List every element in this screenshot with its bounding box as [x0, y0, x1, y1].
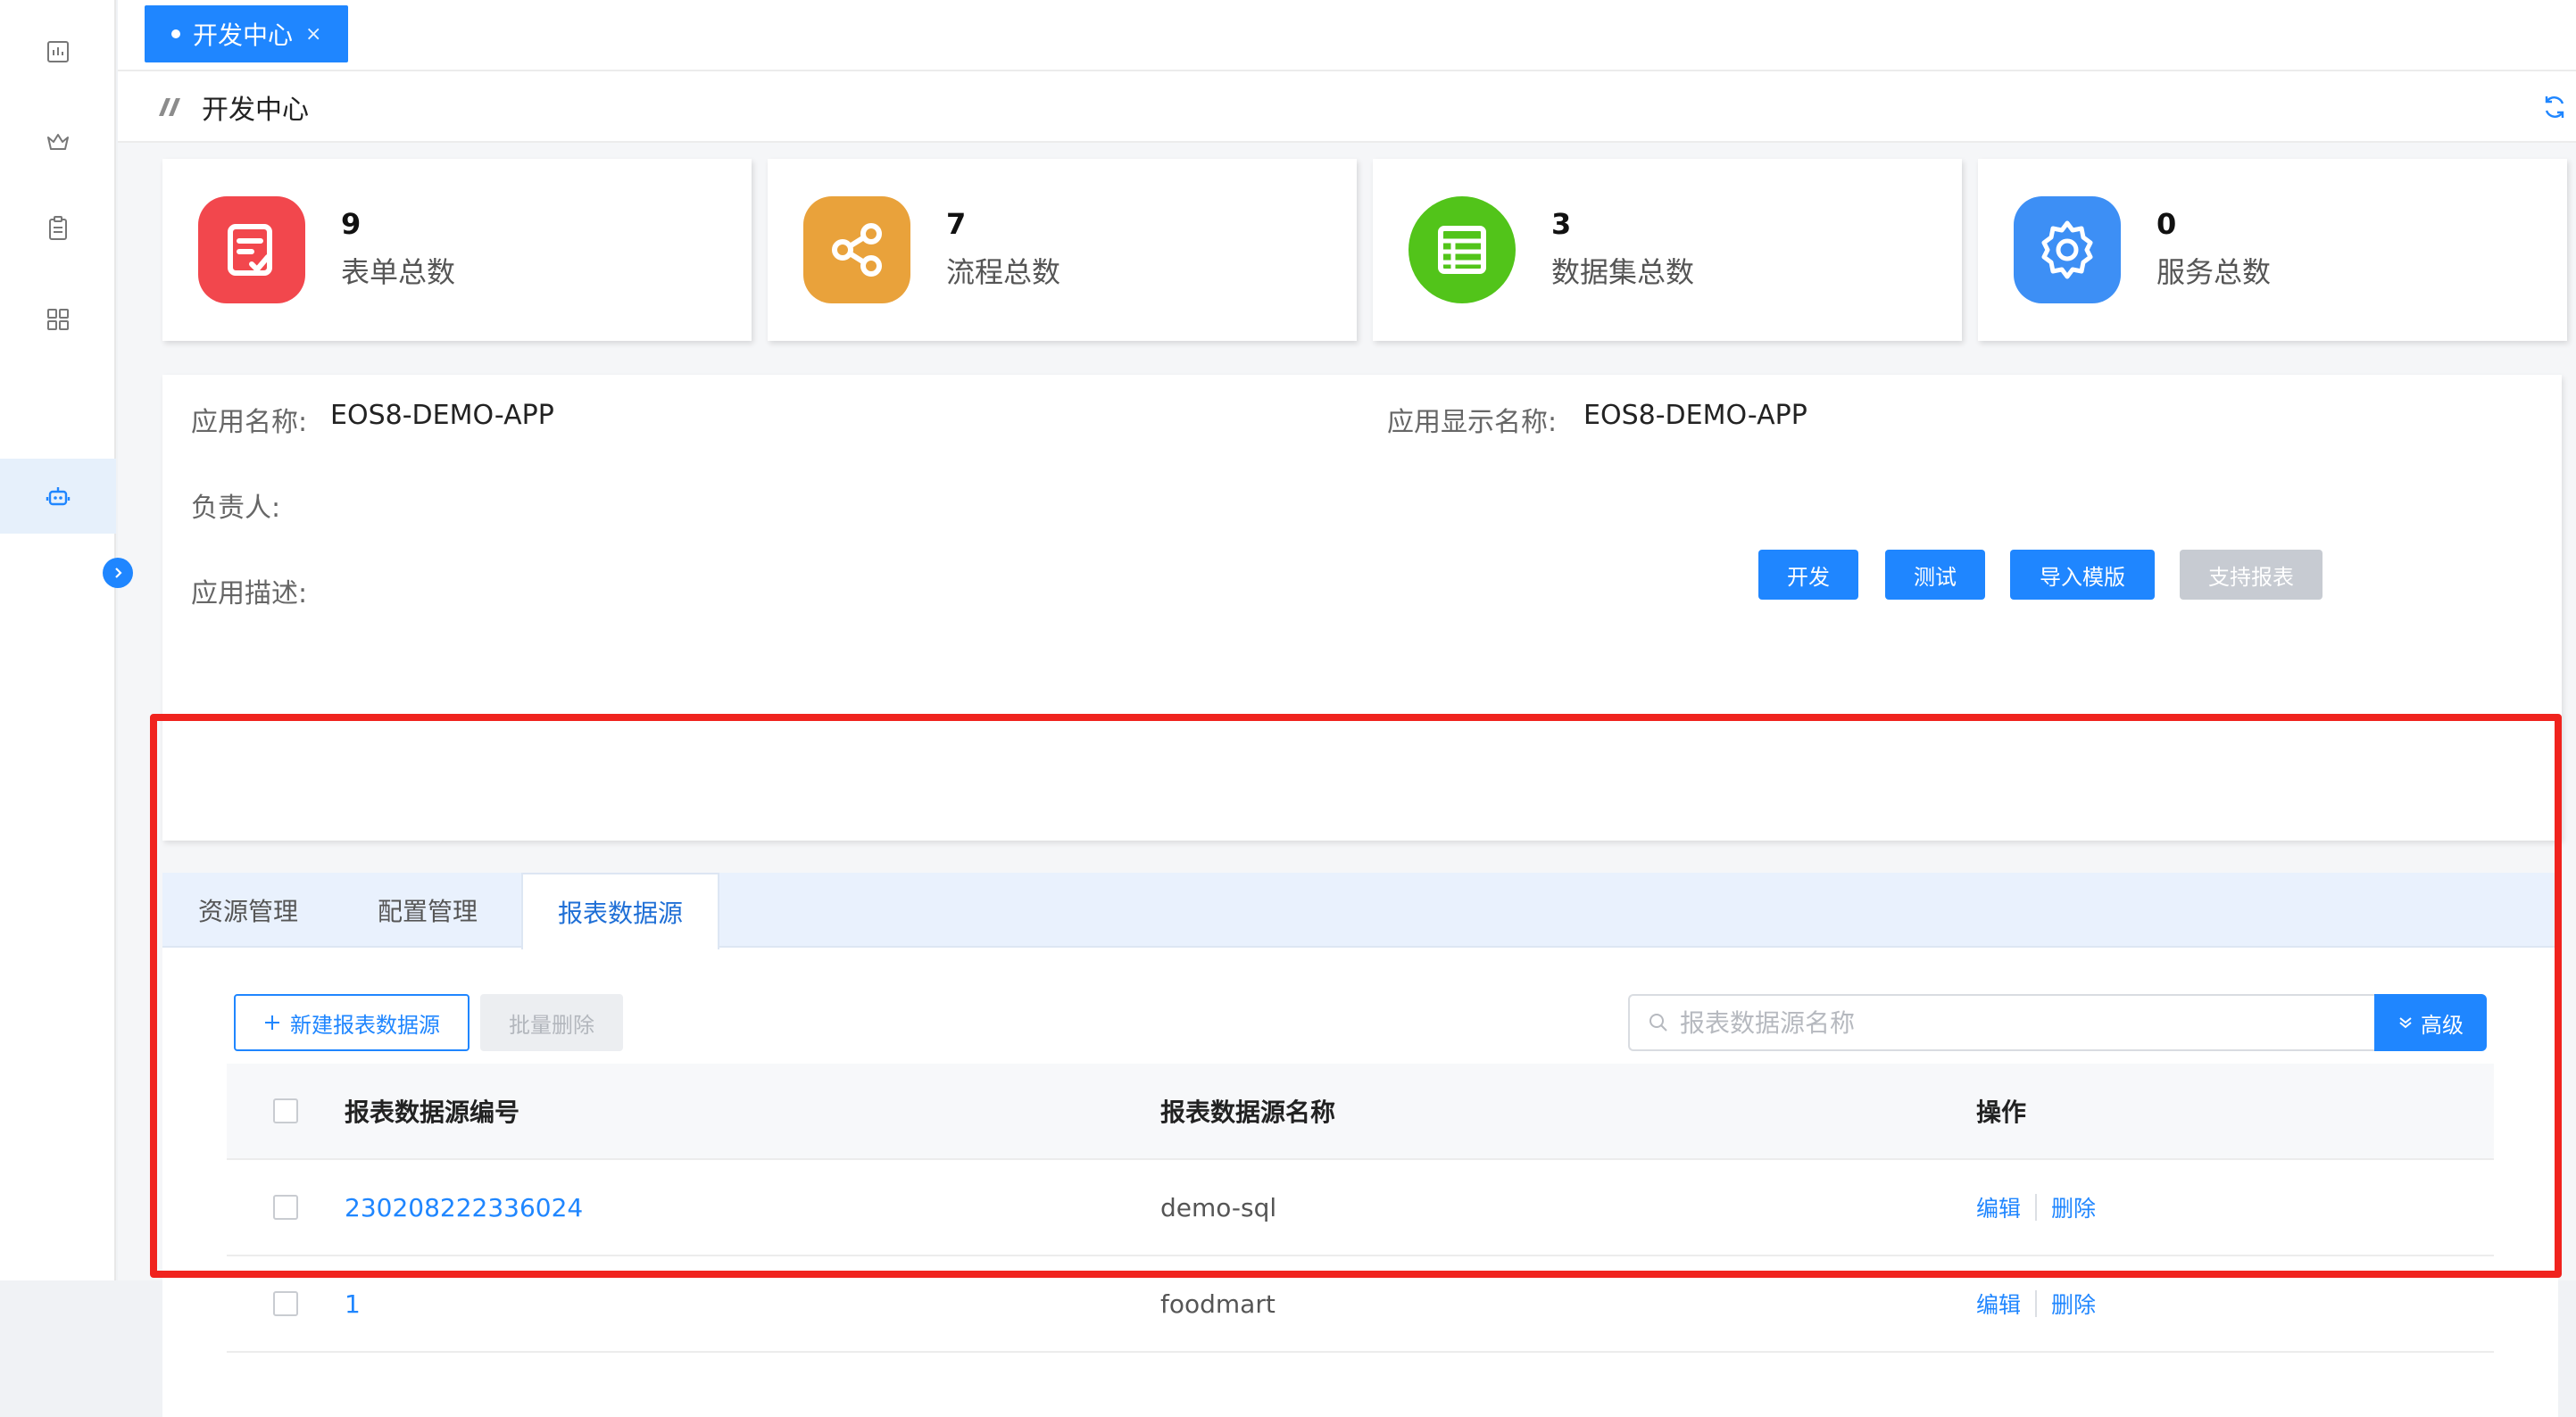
delete-link[interactable]: 删除	[2051, 1191, 2096, 1223]
left-sidebar	[0, 0, 116, 1280]
batch-delete-button[interactable]: 批量删除	[480, 994, 623, 1051]
datasource-name: foodmart	[1160, 1289, 1276, 1319]
stat-card-forms: 9 表单总数	[162, 159, 752, 341]
develop-button[interactable]: 开发	[1758, 550, 1858, 600]
datasource-table: 报表数据源编号 报表数据源名称 操作 230208222336024 demo-…	[227, 1064, 2494, 1353]
stat-count: 9	[341, 207, 361, 241]
divider	[2035, 1194, 2038, 1221]
sidebar-item-robot[interactable]	[0, 459, 116, 534]
sidebar-item-chart[interactable]	[0, 14, 116, 89]
tab-resource-management[interactable]: 资源管理	[162, 873, 334, 948]
robot-icon	[46, 487, 71, 506]
sidebar-item-clipboard[interactable]	[0, 191, 116, 266]
datasource-name: demo-sql	[1160, 1192, 1277, 1222]
window-tabbar: 开发中心 ×	[118, 0, 2576, 71]
import-template-button[interactable]: 导入模版	[2010, 550, 2155, 600]
search-icon	[1649, 1014, 1667, 1032]
crown-icon	[47, 134, 69, 150]
advanced-label: 高级	[2421, 1012, 2464, 1038]
table-row: 230208222336024 demo-sql 编辑 删除	[227, 1160, 2494, 1256]
divider	[2035, 1290, 2038, 1317]
search-input[interactable]	[1680, 1007, 2358, 1038]
table-header: 报表数据源编号 报表数据源名称 操作	[227, 1064, 2494, 1160]
share-icon	[803, 196, 910, 303]
page-title: 开发中心	[202, 95, 309, 126]
datasource-code-link[interactable]: 1	[345, 1289, 1160, 1319]
new-button-label: 新建报表数据源	[290, 1012, 440, 1038]
description-label: 应用描述:	[191, 578, 308, 609]
sidebar-item-apps[interactable]	[0, 282, 116, 357]
plus-icon	[265, 1015, 279, 1030]
stat-label: 数据集总数	[1551, 255, 1695, 289]
row-checkbox[interactable]	[273, 1291, 298, 1316]
stat-count: 7	[946, 207, 967, 241]
close-icon[interactable]: ×	[305, 23, 321, 46]
stat-count: 0	[2156, 207, 2177, 241]
row-checkbox[interactable]	[273, 1195, 298, 1220]
new-report-datasource-button[interactable]: 新建报表数据源	[234, 994, 469, 1051]
owner-label: 负责人:	[191, 493, 281, 524]
select-all-checkbox[interactable]	[273, 1098, 298, 1123]
table-row: 1 foodmart 编辑 删除	[227, 1256, 2494, 1353]
form-icon	[198, 196, 305, 303]
double-chevron-down-icon	[2399, 1017, 2412, 1029]
delete-link[interactable]: 删除	[2051, 1288, 2096, 1320]
chart-icon	[47, 41, 69, 62]
advanced-search-button[interactable]: 高级	[2374, 994, 2487, 1051]
support-report-button[interactable]: 支持报表	[2180, 550, 2323, 600]
datasource-code-link[interactable]: 230208222336024	[345, 1193, 1160, 1222]
test-button[interactable]: 测试	[1885, 550, 1985, 600]
app-name-label: 应用名称:	[191, 407, 308, 438]
refresh-icon[interactable]	[2540, 93, 2569, 121]
app-display-name-value: EOS8-DEMO-APP	[1583, 400, 1807, 431]
page-header: 开发中心	[118, 73, 2576, 143]
tab-dev-center[interactable]: 开发中心 ×	[145, 5, 349, 62]
column-header-name[interactable]: 报表数据源名称	[1160, 1093, 1976, 1129]
sidebar-item-crown[interactable]	[0, 104, 116, 178]
tab-report-datasource[interactable]: 报表数据源	[521, 873, 719, 949]
content-area: 9 表单总数 7 流程总数 3 数据集总数 0 服务总数 应用名称: EOS8-…	[118, 143, 2576, 1417]
stat-label: 流程总数	[946, 255, 1061, 289]
search-box	[1628, 994, 2374, 1051]
stat-count: 3	[1551, 207, 1572, 241]
stat-label: 服务总数	[2156, 255, 2272, 289]
table-icon	[1408, 196, 1516, 303]
app-display-name-label: 应用显示名称:	[1387, 407, 1558, 438]
tabs-panel: 资源管理 配置管理 报表数据源 新建报表数据源 批量删除 高级 报表数据源	[162, 873, 2558, 1417]
stat-label: 表单总数	[341, 255, 456, 289]
stat-card-flows: 7 流程总数	[768, 159, 1357, 341]
panel-tablist: 资源管理 配置管理 报表数据源	[162, 873, 2558, 949]
tab-label: 开发中心	[193, 21, 294, 50]
stat-card-datasets: 3 数据集总数	[1373, 159, 1962, 341]
apps-icon	[47, 309, 69, 330]
column-header-actions: 操作	[1976, 1098, 2027, 1127]
app-info-card: 应用名称: EOS8-DEMO-APP 应用显示名称: EOS8-DEMO-AP…	[162, 375, 2562, 841]
active-dot	[171, 29, 180, 38]
row-actions: 编辑 删除	[1976, 1191, 2494, 1223]
main-area: 开发中心 × 开发中心 9 表单总数 7 流程总数 3 数据集总数 0 服务总数…	[118, 0, 2576, 1417]
clipboard-icon	[49, 216, 67, 240]
edit-link[interactable]: 编辑	[1976, 1191, 2021, 1223]
app-name-value: EOS8-DEMO-APP	[330, 400, 554, 431]
stripes-icon	[159, 98, 180, 116]
chevron-right-icon	[115, 568, 122, 578]
gear-icon	[2014, 196, 2121, 303]
tab-config-management[interactable]: 配置管理	[334, 873, 521, 948]
sidebar-expand-button[interactable]	[103, 558, 133, 588]
edit-link[interactable]: 编辑	[1976, 1288, 2021, 1320]
column-header-code[interactable]: 报表数据源编号	[345, 1093, 1160, 1129]
row-actions: 编辑 删除	[1976, 1288, 2494, 1320]
stat-card-services: 0 服务总数	[1978, 159, 2567, 341]
